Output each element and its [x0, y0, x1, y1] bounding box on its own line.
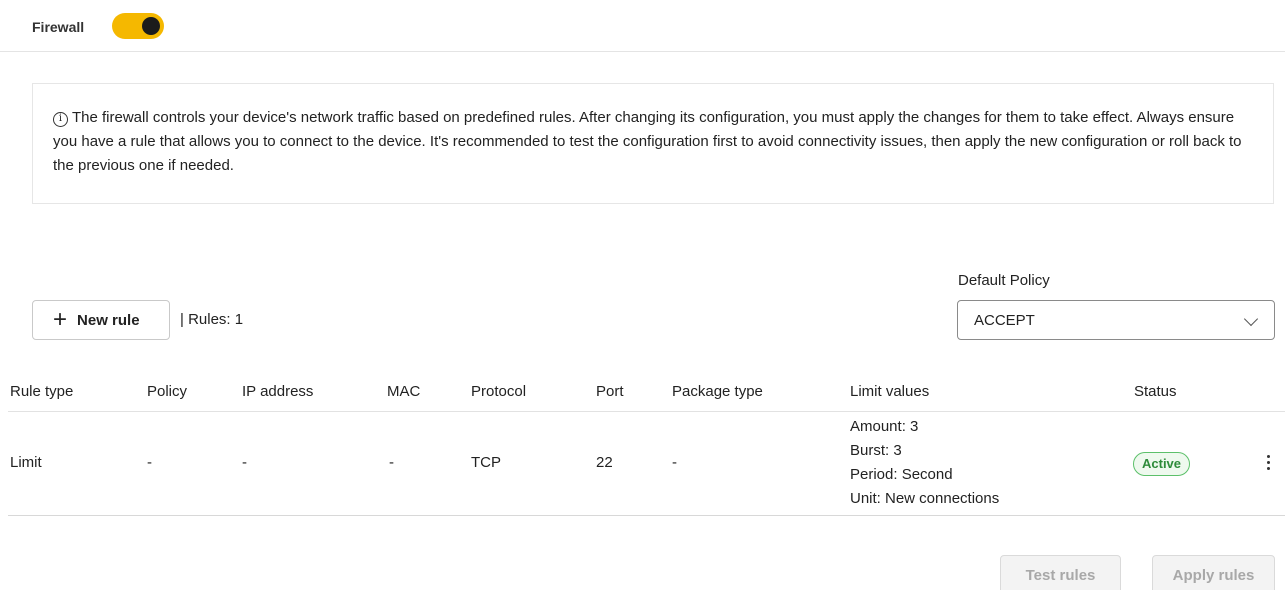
col-header-status[interactable]: Status [1134, 383, 1177, 400]
col-header-policy[interactable]: Policy [147, 383, 187, 400]
col-header-ip-address[interactable]: IP address [242, 383, 313, 400]
limit-unit: Unit: New connections [850, 490, 1000, 507]
test-rules-button[interactable]: Test rules [1000, 555, 1121, 590]
table-divider [8, 411, 1285, 412]
toggle-knob [142, 17, 160, 35]
firewall-label: Firewall [32, 19, 85, 35]
col-header-mac[interactable]: MAC [387, 383, 420, 400]
row-more-icon[interactable] [1258, 452, 1278, 476]
col-header-protocol[interactable]: Protocol [471, 383, 526, 400]
status-badge: Active [1133, 452, 1191, 476]
info-panel: i The firewall controls your device's net… [32, 83, 1274, 204]
limit-period: Period: Second [850, 466, 953, 483]
top-bar: Firewall [0, 0, 1285, 52]
default-policy-value: ACCEPT [974, 311, 1035, 329]
cell-package-type: - [672, 454, 677, 471]
default-policy-label: Default Policy [958, 272, 1050, 289]
new-rule-label: New rule [77, 311, 140, 329]
cell-ip-address: - [242, 454, 247, 471]
default-policy-select[interactable]: ACCEPT [957, 300, 1275, 340]
cell-port: 22 [596, 454, 613, 471]
col-header-package-type[interactable]: Package type [672, 383, 763, 400]
apply-rules-button[interactable]: Apply rules [1152, 555, 1275, 590]
col-header-rule-type[interactable]: Rule type [10, 383, 73, 400]
new-rule-button[interactable]: + New rule [32, 300, 170, 340]
cell-mac: - [389, 454, 394, 471]
cell-rule-type: Limit [10, 454, 42, 471]
limit-burst: Burst: 3 [850, 442, 902, 459]
cell-protocol: TCP [471, 454, 501, 471]
cell-policy: - [147, 454, 152, 471]
table-divider-bottom [8, 515, 1285, 516]
info-text: The firewall controls your device's netw… [53, 109, 1242, 174]
limit-amount: Amount: 3 [850, 418, 919, 435]
col-header-port[interactable]: Port [596, 383, 624, 400]
info-circle-icon: i [53, 112, 68, 127]
col-header-limit-values[interactable]: Limit values [850, 383, 929, 400]
firewall-toggle[interactable] [112, 13, 164, 39]
cell-limit-values: Amount: 3 Burst: 3 Period: Second Unit: … [850, 415, 999, 511]
plus-icon: + [53, 306, 68, 333]
rules-count: | Rules: 1 [180, 311, 244, 328]
chevron-down-icon [1243, 311, 1259, 327]
